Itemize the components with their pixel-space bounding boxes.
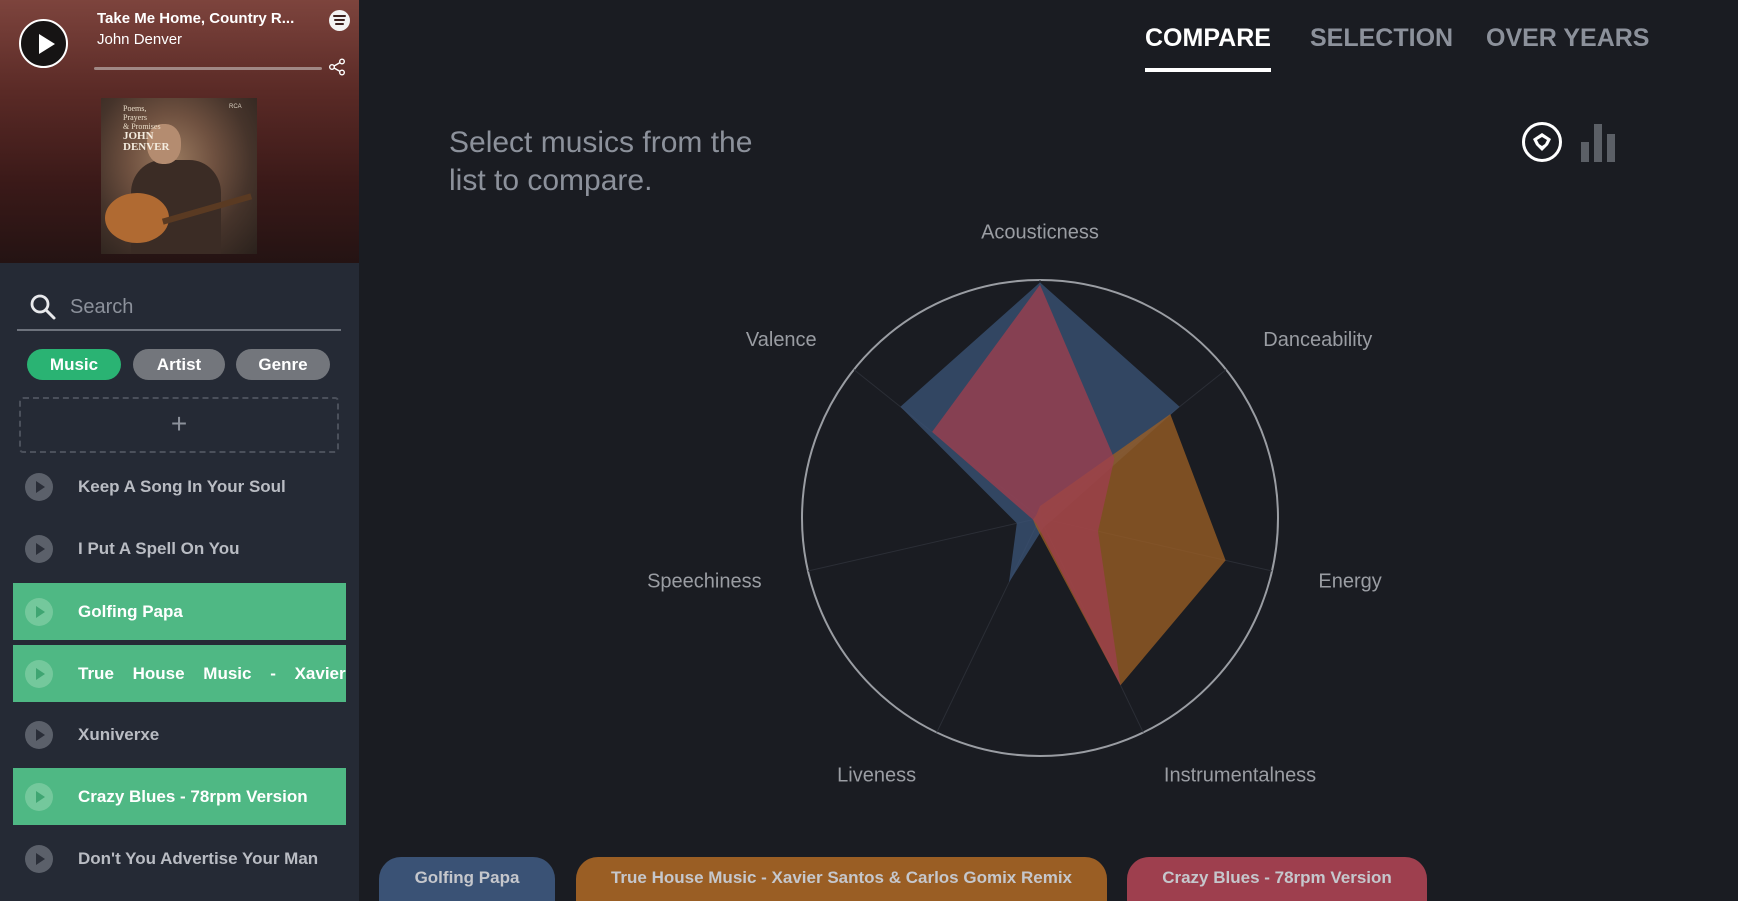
tab-selection[interactable]: SELECTION: [1310, 24, 1453, 53]
radar-axis-label: Liveness: [837, 764, 916, 786]
now-playing-title: Take Me Home, Country R...: [97, 10, 295, 27]
track-play-icon[interactable]: [25, 845, 53, 873]
track-item[interactable]: Don't You Advertise Your Man: [13, 830, 346, 887]
legend-golfing-papa[interactable]: Golfing Papa: [379, 857, 555, 901]
tab-compare[interactable]: COMPARE: [1145, 24, 1271, 72]
share-icon[interactable]: [328, 58, 346, 76]
radar-axis-label: Speechiness: [647, 571, 762, 593]
filter-music[interactable]: Music: [27, 349, 121, 380]
radar-axis-label: Instrumentalness: [1164, 764, 1316, 786]
track-item[interactable]: Xuniverxe: [13, 706, 346, 763]
track-play-icon[interactable]: [25, 783, 53, 811]
track-name: Crazy Blues - 78rpm Version: [78, 787, 308, 806]
track-name: I Put A Spell On You: [78, 539, 240, 558]
track-play-icon[interactable]: [25, 535, 53, 563]
radar-chart-icon[interactable]: [1522, 122, 1562, 162]
filter-artist[interactable]: Artist: [133, 349, 225, 380]
track-play-icon[interactable]: [25, 473, 53, 501]
album-art-text: Poems, Prayers & Promises JOHN DENVER: [123, 104, 170, 153]
now-playing-artist: John Denver: [97, 31, 183, 48]
radar-axis-label: Danceability: [1263, 329, 1372, 351]
compare-hint: Select musics from the list to compare.: [449, 126, 753, 197]
track-item[interactable]: True House Music - Xavier Santos & Carlo…: [13, 645, 346, 702]
legend-true-house-music[interactable]: True House Music - Xavier Santos & Carlo…: [576, 857, 1107, 901]
radar-axis-label: Energy: [1318, 571, 1381, 593]
track-item[interactable]: Crazy Blues - 78rpm Version: [13, 768, 346, 825]
track-name: Xuniverxe: [78, 725, 160, 744]
radar-axis-label: Acousticness: [981, 221, 1099, 243]
tab-over-years[interactable]: OVER YEARS: [1486, 24, 1649, 53]
track-name: Keep A Song In Your Soul: [78, 477, 286, 496]
radar-chart: Acousticness Danceability Energy Instrument…: [647, 221, 1382, 786]
track-play-icon[interactable]: [25, 721, 53, 749]
search-input[interactable]: [70, 290, 330, 324]
bar-chart-icon[interactable]: [1579, 122, 1617, 162]
radar-axis-label: Valence: [746, 329, 817, 351]
album-label: RCA: [229, 104, 242, 110]
track-play-icon[interactable]: [25, 598, 53, 626]
main-panel: COMPARE SELECTION OVER YEARS Select musi…: [359, 0, 1738, 901]
now-playing-panel: Take Me Home, Country R... John Denver P…: [0, 0, 359, 263]
track-name: Golfing Papa: [78, 602, 183, 621]
spotify-icon[interactable]: [329, 10, 350, 31]
search-icon: [30, 294, 56, 320]
play-button[interactable]: [19, 19, 68, 68]
track-item[interactable]: I Put A Spell On You: [13, 520, 346, 577]
album-art: Poems, Prayers & Promises JOHN DENVER RC…: [101, 98, 257, 254]
track-play-icon[interactable]: [25, 660, 53, 688]
legend-crazy-blues[interactable]: Crazy Blues - 78rpm Version: [1127, 857, 1427, 901]
track-name: True House Music - Xavier Santos & Carlo…: [78, 664, 346, 683]
radar-axis-line: [807, 517, 1041, 572]
filter-genre[interactable]: Genre: [236, 349, 330, 380]
track-item[interactable]: Golfing Papa: [13, 583, 346, 640]
track-name: Don't You Advertise Your Man: [78, 849, 319, 868]
progress-bar[interactable]: [94, 67, 322, 70]
add-music-button[interactable]: +: [19, 397, 339, 453]
track-item[interactable]: Keep A Song In Your Soul: [13, 458, 346, 515]
sidebar: Take Me Home, Country R... John Denver P…: [0, 0, 359, 901]
search-box: [17, 286, 341, 331]
